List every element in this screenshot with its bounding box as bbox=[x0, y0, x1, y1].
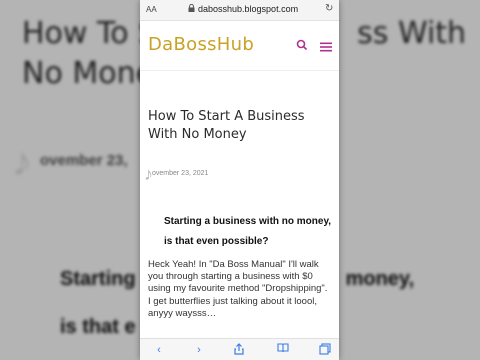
back-icon[interactable]: ‹ bbox=[152, 343, 166, 357]
phone-screen: AA dabosshub.blogspot.com ↻ DaBossHub Ho… bbox=[140, 0, 339, 360]
excerpt-line: Heck Yeah! In "Da Boss Manual" I'll walk bbox=[148, 259, 319, 270]
reload-icon[interactable]: ↻ bbox=[325, 3, 333, 14]
bg-date: ovember 23, bbox=[40, 152, 128, 169]
search-icon[interactable] bbox=[296, 38, 308, 51]
tabs-icon[interactable] bbox=[318, 343, 332, 357]
bookmarks-icon[interactable] bbox=[276, 343, 290, 357]
text-size-button[interactable]: AA bbox=[146, 5, 157, 14]
site-header: DaBossHub bbox=[140, 22, 339, 71]
post-title[interactable]: How To Start A Business With No Money bbox=[148, 108, 338, 144]
lead-line-2: is that even possible? bbox=[164, 236, 269, 247]
lead-line-1: Starting a business with no money, bbox=[164, 216, 332, 227]
site-brand[interactable]: DaBossHub bbox=[148, 34, 254, 55]
tiktok-watermark-icon: ♪ bbox=[12, 140, 32, 184]
hamburger-menu-icon[interactable] bbox=[320, 39, 332, 52]
url-text[interactable]: dabosshub.blogspot.com bbox=[198, 4, 298, 14]
excerpt-line: you through starting a business with $0 bbox=[148, 271, 313, 283]
bg-strong-line-2: is that e bbox=[60, 316, 136, 338]
excerpt-line: using my favourite method "Dropshipping"… bbox=[148, 283, 328, 295]
forward-icon[interactable]: › bbox=[192, 343, 206, 357]
browser-toolbar: ‹ › bbox=[140, 338, 339, 360]
post-date: ovember 23, 2021 bbox=[152, 170, 209, 177]
browser-address-bar[interactable]: AA dabosshub.blogspot.com ↻ bbox=[140, 0, 339, 21]
share-icon[interactable] bbox=[232, 343, 246, 357]
excerpt-line: I get butterflies just talking about it … bbox=[148, 295, 317, 307]
post-excerpt: Heck Yeah! In "Da Boss Manual" I'll walk… bbox=[148, 259, 334, 320]
lock-icon bbox=[188, 3, 195, 14]
excerpt-line: anyyy waysss… bbox=[148, 307, 217, 319]
